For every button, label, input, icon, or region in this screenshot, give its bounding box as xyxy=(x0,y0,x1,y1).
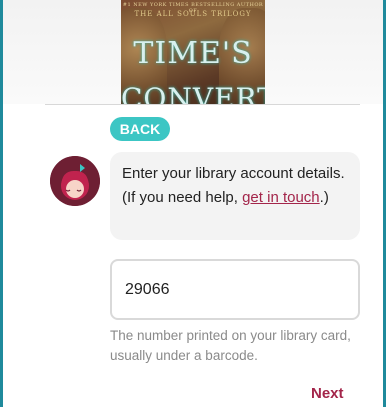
card-number-hint: The number printed on your library card,… xyxy=(110,328,351,363)
message-text-end: .) xyxy=(319,189,329,206)
libby-avatar-icon xyxy=(50,156,100,206)
book-cover-image: #1 NEW YORK TIMES BESTSELLING AUTHOR OF … xyxy=(121,0,265,105)
next-button[interactable]: Next xyxy=(311,385,344,407)
get-in-touch-link[interactable]: get in touch xyxy=(242,189,320,206)
instruction-message: Enter your library account details. (If … xyxy=(110,152,360,240)
library-card-input-wrapper[interactable] xyxy=(110,259,360,320)
back-button[interactable]: BACK xyxy=(110,117,170,141)
cover-area: #1 NEW YORK TIMES BESTSELLING AUTHOR OF … xyxy=(3,0,383,105)
cover-divider xyxy=(45,104,360,105)
library-card-input[interactable] xyxy=(125,281,345,299)
book-title-line2: CONVERT xyxy=(121,82,265,105)
book-title-line1: TIME'S xyxy=(133,36,253,71)
book-series-line2: THE ALL SOULS TRILOGY xyxy=(134,10,252,18)
